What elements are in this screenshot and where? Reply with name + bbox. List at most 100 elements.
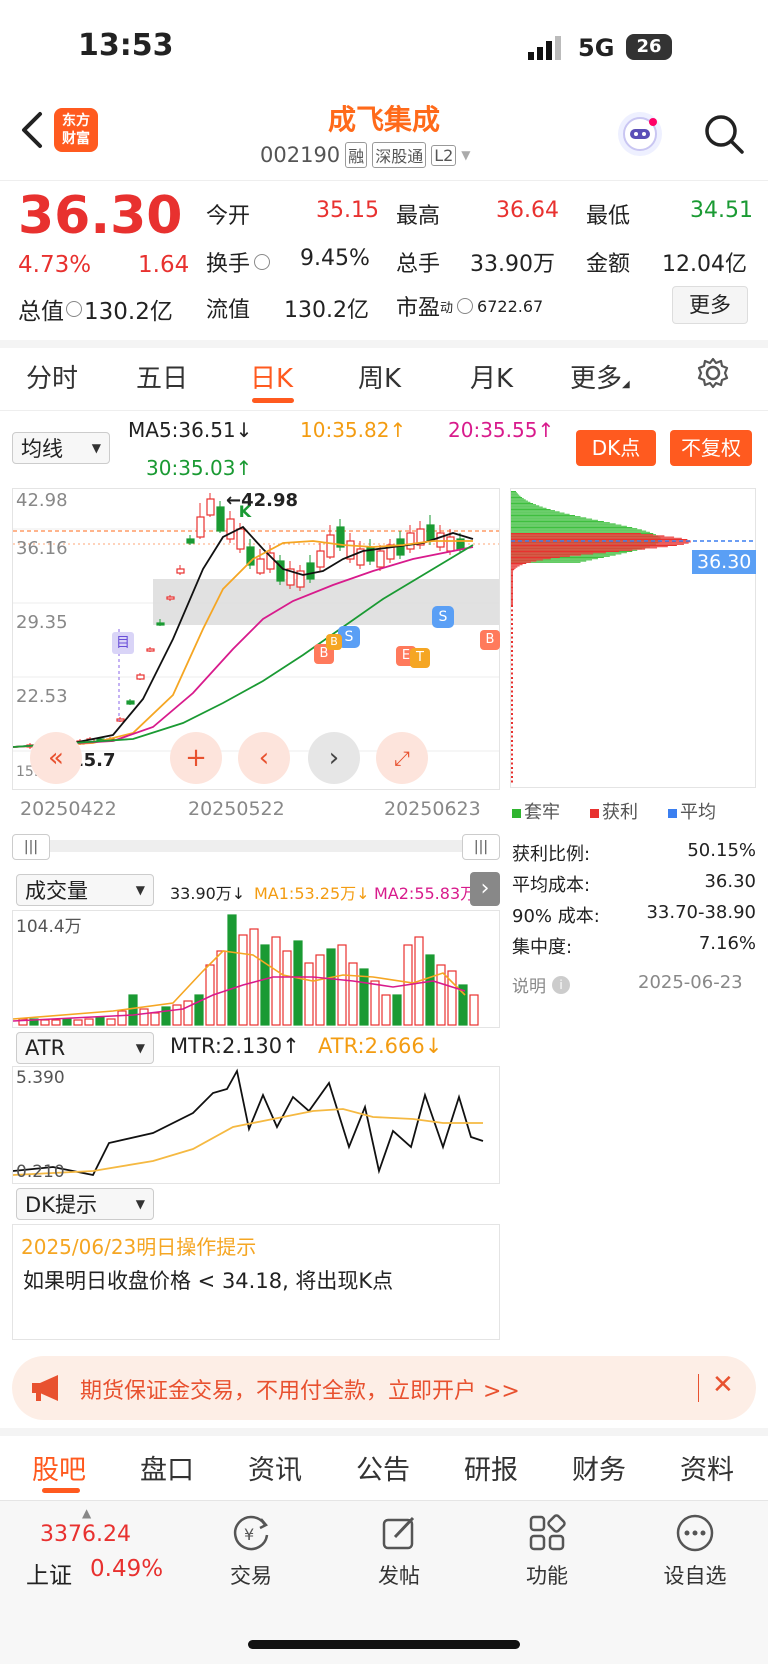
post-button[interactable]: 发帖 [354, 1510, 444, 1590]
signal-badge[interactable]: B [326, 634, 342, 650]
tab-announcements[interactable]: 公告 [356, 1448, 410, 1487]
add-watchlist-label: 设自选 [663, 1564, 727, 1588]
active-tab-indicator [252, 398, 294, 403]
chip-bar-profit [511, 731, 513, 733]
divider [0, 1428, 768, 1436]
more-button[interactable]: 更多 [672, 286, 748, 324]
jump-start-button[interactable]: « [30, 732, 82, 784]
ma10-value: 10:35.82↑ [300, 418, 407, 442]
candle [316, 550, 325, 568]
tab-monthly-k[interactable]: 月K [470, 358, 513, 395]
atr-chart[interactable] [12, 1066, 500, 1184]
x-label-mid: 20250522 [188, 798, 285, 820]
chip-stat-row: 获利比例: 50.15% [512, 840, 756, 865]
range-handle-left[interactable]: ||| [12, 834, 50, 860]
tab-intraday[interactable]: 分时 [26, 358, 78, 395]
candle [176, 568, 185, 574]
features-button[interactable]: 功能 [502, 1510, 592, 1590]
tab-weekly-k[interactable]: 周K [358, 358, 401, 395]
tab-more[interactable]: 更多◢ [570, 358, 630, 395]
signal-badge[interactable]: 目 [112, 632, 134, 654]
tab-research[interactable]: 研报 [464, 1448, 518, 1487]
no-adjust-button[interactable]: 不复权 [670, 430, 752, 466]
range-handle-right[interactable]: ||| [462, 834, 500, 860]
dk-tips-selector[interactable]: DK提示 ▼ [16, 1188, 154, 1220]
volume-selector[interactable]: 成交量 ▼ [16, 874, 154, 906]
volume-value: 33.90万 [470, 252, 555, 277]
signal-badge[interactable]: B [480, 630, 500, 650]
signal-icon [528, 36, 566, 60]
info-icon [457, 298, 474, 314]
chip-bar-profit [511, 579, 513, 581]
volume-bar [172, 1004, 182, 1026]
tab-profile[interactable]: 资料 [680, 1448, 734, 1487]
caret-up-icon: ▲ [82, 1506, 92, 1520]
signal-badge[interactable]: S [432, 606, 454, 628]
index-name: 上证 [26, 1563, 72, 1589]
mtr-line [12, 1068, 484, 1177]
chip-bar-profit [511, 726, 513, 729]
tab-order-book[interactable]: 盘口 [140, 1448, 194, 1487]
stock-code-row[interactable]: 002190 融 深股通 L2 ▼ [260, 142, 471, 168]
bottom-active-indicator [42, 1488, 80, 1493]
signal-badge[interactable]: T [410, 648, 430, 668]
chip-bar-profit [511, 600, 513, 602]
chip-bar-profit [511, 541, 691, 543]
tab-five-day[interactable]: 五日 [136, 358, 188, 395]
ma-selector[interactable]: 均线 ▼ [12, 432, 110, 464]
ma10-line [12, 540, 473, 748]
chip-bar-profit [511, 539, 688, 540]
dk-tips-panel: 2025/06/23明日操作提示 如果明日收盘价格 < 34.18, 将出现K点 [12, 1224, 500, 1340]
tab-news[interactable]: 资讯 [248, 1448, 302, 1487]
chip-bar-profit [511, 587, 513, 588]
candle [136, 674, 145, 680]
scroll-right-button[interactable]: › [308, 732, 360, 784]
promo-banner[interactable]: 期货保证金交易，不用付全款，立即开户 >> ✕ [12, 1356, 756, 1420]
dk-point-button[interactable]: DK点 [576, 430, 656, 466]
chip-bar-profit [511, 603, 513, 605]
trade-button[interactable]: ¥ 交易 [206, 1510, 296, 1590]
scroll-left-button[interactable]: ‹ [238, 732, 290, 784]
volume-current: 33.90万↓ [170, 884, 246, 903]
robot-assistant-icon[interactable] [618, 112, 662, 156]
chip-bar-profit [511, 575, 513, 576]
chip-distribution-chart[interactable] [510, 488, 756, 788]
zoom-in-button[interactable]: + [170, 732, 222, 784]
add-watchlist-button[interactable]: 设自选 [650, 1510, 740, 1590]
chip-bar-profit [511, 534, 654, 536]
signal-badge[interactable]: K [236, 502, 254, 522]
pe-sup: 动 [440, 300, 454, 316]
volume-bar [150, 1012, 160, 1026]
volume-expand-button[interactable]: › [470, 872, 500, 906]
chip-bar-profit [511, 537, 682, 539]
volume-bar [106, 1018, 116, 1026]
tab-forum[interactable]: 股吧 [32, 1448, 86, 1487]
tab-financials[interactable]: 财务 [572, 1448, 626, 1487]
caret-icon: ▼ [91, 441, 101, 455]
close-icon[interactable]: ✕ [712, 1370, 734, 1400]
legend-average: 平均 [668, 798, 716, 824]
atr-selector-label: ATR [25, 1036, 66, 1060]
chip-bar-profit [511, 591, 513, 593]
tag-connect: 深股通 [372, 142, 427, 168]
settings-icon[interactable] [696, 356, 730, 390]
candle [406, 532, 415, 550]
change-amount: 1.64 [138, 252, 190, 278]
atr-selector[interactable]: ATR ▼ [16, 1032, 154, 1064]
caret-icon: ▼ [135, 1041, 145, 1055]
float-value: 130.2亿 [284, 298, 369, 323]
chip-note[interactable]: 说明 i [512, 972, 570, 997]
chip-bar-profit [511, 589, 513, 591]
volume-chart[interactable] [12, 910, 500, 1028]
search-icon[interactable] [702, 112, 746, 156]
chip-bar-trapped [511, 530, 647, 532]
chip-bar-trapped [511, 524, 622, 526]
fullscreen-button[interactable]: ⤢ [376, 732, 428, 784]
chip-bar-trapped [511, 495, 521, 497]
status-time: 13:53 [78, 28, 174, 63]
tab-daily-k[interactable]: 日K [250, 358, 293, 395]
chip-bar-profit [511, 573, 513, 575]
range-slider-track[interactable] [12, 840, 500, 852]
index-ticker[interactable]: ▲ 3376.24 上证 0.49% [20, 1506, 180, 1589]
chip-bar-trapped [511, 523, 616, 525]
